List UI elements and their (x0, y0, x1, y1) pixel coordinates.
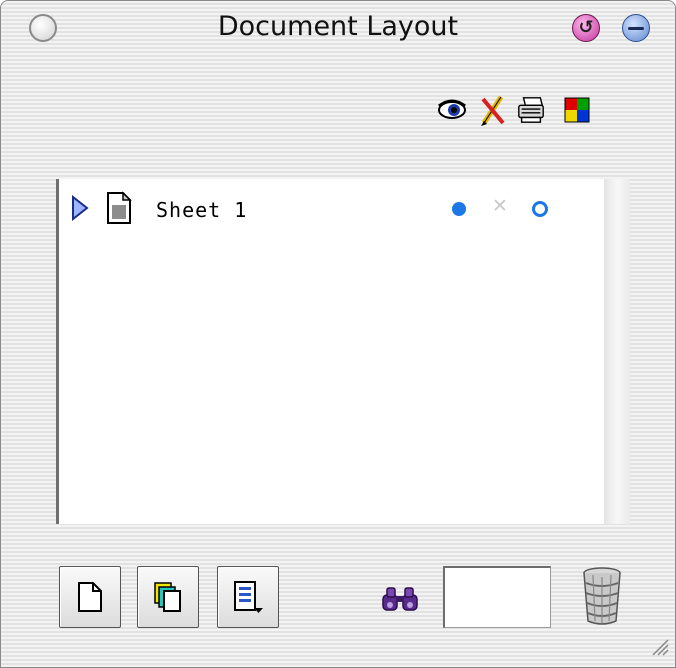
eye-icon[interactable] (437, 93, 467, 127)
trash-icon[interactable] (579, 565, 625, 632)
pencil-eraser-icon[interactable] (478, 93, 508, 127)
document-layout-window: Document Layout ↺ Sheet 1 ✕ (0, 0, 676, 668)
sheet-document-icon (106, 191, 132, 230)
lock-toggle-icon[interactable]: ✕ (492, 195, 508, 217)
visible-toggle-icon[interactable] (452, 202, 466, 216)
search-input[interactable] (443, 566, 551, 628)
sheet-name: Sheet 1 (156, 198, 248, 222)
toolbar-toggle-button[interactable]: ↺ (572, 14, 600, 42)
print-toggle-icon[interactable] (532, 201, 548, 217)
collapse-button[interactable] (622, 14, 650, 42)
layout-list[interactable]: Sheet 1 ✕ (56, 179, 607, 524)
title-bar[interactable]: Document Layout ↺ (1, 1, 675, 47)
minus-icon (628, 27, 644, 30)
color-squares-icon[interactable] (562, 93, 592, 127)
sheet-options-icon (234, 581, 263, 613)
disclosure-triangle-icon[interactable] (71, 194, 89, 226)
toolbar-toggle-glyph: ↺ (578, 17, 594, 38)
resize-grip-icon[interactable] (649, 636, 669, 661)
new-sheet-button[interactable] (59, 566, 121, 628)
sheet-options-button[interactable] (217, 566, 279, 628)
list-item[interactable]: Sheet 1 ✕ (59, 191, 607, 227)
duplicate-sheet-button[interactable] (137, 566, 199, 628)
new-sheet-icon (78, 582, 102, 612)
duplicate-sheet-icon (154, 582, 181, 612)
binoculars-icon[interactable] (381, 586, 419, 617)
printer-icon[interactable] (516, 93, 546, 127)
scrollbar-track[interactable] (604, 179, 630, 524)
